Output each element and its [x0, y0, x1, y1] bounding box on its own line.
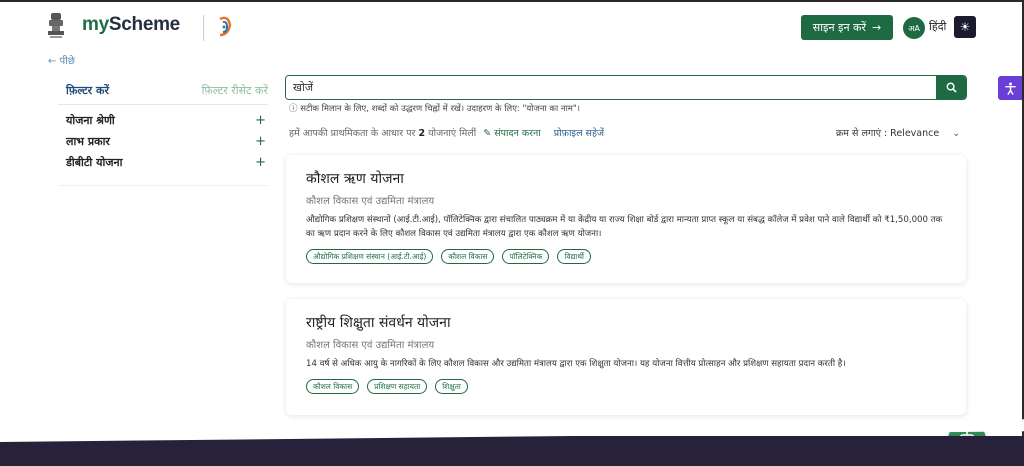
scheme-tag[interactable]: शिक्षुता — [435, 378, 468, 394]
language-label[interactable]: हिंदी — [929, 19, 946, 34]
scheme-card[interactable]: राष्ट्रीय शिक्षुता संवर्धन योजना कौशल वि… — [286, 299, 966, 415]
results-count: 2 — [418, 128, 426, 139]
scheme-ministry: कौशल विकास एवं उद्यमिता मंत्रालय — [306, 196, 435, 207]
scheme-title[interactable]: राष्ट्रीय शिक्षुता संवर्धन योजना — [306, 313, 946, 332]
language-icon[interactable]: अA — [903, 17, 925, 39]
scheme-description: 14 वर्ष से अधिक आयु के नागरिकों के लिए क… — [306, 359, 846, 369]
plus-icon[interactable]: + — [255, 155, 268, 170]
theme-toggle-sun-icon[interactable]: ☀ — [954, 16, 976, 38]
sort-dropdown[interactable]: क्रम से लगाएं : Relevance ⌄ — [836, 126, 960, 139]
filters-header: फ़िल्टर करें फ़िल्टर रीसेट करें — [58, 83, 268, 105]
digital-india-logo — [219, 16, 232, 37]
search-button[interactable] — [936, 76, 966, 99]
brand-scheme: Scheme — [108, 14, 180, 35]
brand-my: my — [82, 14, 109, 35]
edit-link[interactable]: ✎ संपादन करना — [483, 128, 541, 139]
scheme-tag[interactable]: कौशल विकास — [306, 378, 360, 394]
scheme-tags: औद्योगिक प्रशिक्षण संस्थान (आई.टी.आई) कौ… — [306, 248, 946, 264]
myscheme-logo[interactable]: myScheme — [82, 14, 180, 36]
filter-label: लाभ प्रकार — [66, 135, 110, 148]
arrow-right-icon: → — [872, 21, 882, 34]
scheme-tag[interactable]: विद्यार्थी — [557, 248, 591, 264]
scheme-ministry: कौशल विकास एवं उद्यमिता मंत्रालय — [306, 340, 435, 351]
scheme-tag[interactable]: कौशल विकास — [441, 248, 495, 264]
search-hint: ⓘ सटीक मिलान के लिए, शब्दों को उद्धरण चि… — [289, 104, 580, 114]
filter-dbt-scheme[interactable]: डीबीटी योजना + — [58, 152, 268, 173]
search-input[interactable] — [286, 76, 936, 99]
accessibility-icon — [1004, 82, 1016, 95]
plus-icon[interactable]: + — [255, 113, 268, 128]
scheme-card[interactable]: कौशल ऋण योजना कौशल विकास एवं उद्यमिता मं… — [286, 155, 966, 283]
filter-benefit-type[interactable]: लाभ प्रकार + — [58, 131, 268, 152]
filters-list: योजना श्रेणी + लाभ प्रकार + डीबीटी योजना… — [58, 105, 268, 173]
scheme-tag[interactable]: पॉलिटेक्निक — [502, 248, 550, 264]
results-prefix: हमें आपकी प्राथमिकता के आधार पर — [289, 128, 416, 139]
scheme-description: औद्योगिक प्रशिक्षण संस्थानों (आई.टी.आई),… — [306, 215, 943, 239]
plus-icon[interactable]: + — [255, 134, 268, 149]
results-summary: हमें आपकी प्राथमिकता के आधार पर 2 योजनाए… — [289, 126, 604, 139]
accessibility-button[interactable] — [998, 76, 1022, 100]
filters-title: फ़िल्टर करें — [66, 84, 109, 97]
chevron-down-icon: ⌄ — [952, 128, 961, 139]
filter-scheme-category[interactable]: योजना श्रेणी + — [58, 110, 268, 131]
sort-label: क्रम से लगाएं : Relevance — [836, 128, 940, 139]
header-divider — [203, 15, 204, 41]
filters-divider — [58, 185, 268, 186]
footer-band — [0, 436, 1024, 466]
filter-label: डीबीटी योजना — [66, 156, 123, 169]
national-emblem-icon — [48, 13, 64, 38]
search-bar — [285, 75, 967, 100]
sign-in-button[interactable]: साइन इन करें → — [801, 15, 893, 40]
sign-in-label: साइन इन करें — [812, 21, 867, 34]
results-suffix: योजनाएं मिलीं — [428, 128, 477, 139]
site-header: myScheme साइन इन करें → अA हिंदी ☀ — [0, 2, 1022, 48]
filters-reset-link[interactable]: फ़िल्टर रीसेट करें — [202, 83, 268, 98]
filters-panel: फ़िल्टर करें फ़िल्टर रीसेट करें योजना श्… — [58, 83, 268, 186]
back-link[interactable]: ← पीछे — [48, 53, 75, 67]
scheme-tag[interactable]: प्रशिक्षण सहायता — [367, 378, 428, 394]
scheme-tags: कौशल विकास प्रशिक्षण सहायता शिक्षुता — [306, 378, 946, 394]
search-icon — [946, 82, 957, 93]
scheme-title[interactable]: कौशल ऋण योजना — [306, 169, 946, 188]
scheme-tag[interactable]: औद्योगिक प्रशिक्षण संस्थान (आई.टी.आई) — [306, 248, 434, 264]
filter-label: योजना श्रेणी — [66, 114, 115, 127]
save-profile-link[interactable]: प्रोफ़ाइल सहेजें — [554, 128, 604, 139]
